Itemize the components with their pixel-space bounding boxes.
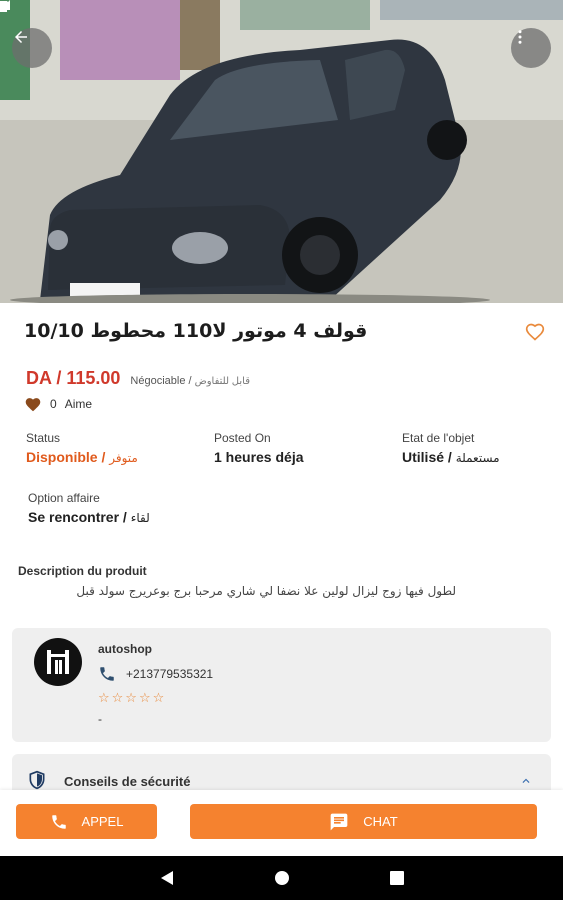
chevron-up-icon[interactable] [519,774,533,788]
call-button[interactable]: APPEL [16,804,157,839]
nav-back-icon[interactable] [160,870,174,886]
price-row: DA / 115.00 Négociable / قابل للتفاوض [26,368,250,389]
shield-icon [29,770,45,790]
status-info: Status Disponible / متوفر [26,431,138,465]
heart-outline-icon [525,323,545,341]
action-bar: APPEL CHAT [0,790,563,856]
system-nav-bar [0,856,563,900]
seller-phone[interactable]: +213779535321 [98,665,213,683]
deal-value-ar: لقاء [130,511,150,525]
deal-value: Se rencontrer / لقاء [28,509,150,525]
phone-icon [100,667,114,681]
description-label: Description du produit [18,564,147,578]
chat-icon [330,813,348,830]
deal-label: Option affaire [28,491,100,505]
nav-recents-icon[interactable] [389,871,404,885]
heart-filled-icon [25,398,41,412]
back-button[interactable] [12,28,52,68]
more-options-button[interactable] [511,28,551,68]
state-value-ar: مستعملة [455,451,500,465]
chat-button-label: CHAT [363,814,398,829]
posted-info: Posted On 1 heures déja [214,431,304,465]
listing-title: قولف 4 موتور لا110 محطوط 10/10 [24,320,368,342]
state-value-fr: Utilisé / [402,449,452,465]
posted-label: Posted On [214,431,271,445]
title-row: قولف 4 موتور لا110 محطوط 10/10 [24,318,545,350]
negotiable-ar: قابل للتفاوض [194,376,250,387]
more-vert-icon [518,30,522,44]
safety-tips-label: Conseils de sécurité [64,774,191,789]
battery-icon [0,1,7,12]
chat-button[interactable]: CHAT [190,804,537,839]
nav-home-icon[interactable] [274,870,290,886]
negotiable-label: Négociable / قابل للتفاوض [130,375,250,387]
negotiable-fr: Négociable / [130,375,192,387]
status-value: Disponible / متوفر [26,449,138,465]
seller-avatar[interactable] [34,638,82,686]
seller-phone-number: +213779535321 [126,667,214,681]
status-bar [0,0,563,20]
posted-value: 1 heures déja [214,449,304,465]
deal-info: Option affaire Se rencontrer / لقاء [28,491,150,525]
status-label: Status [26,431,61,445]
car-photo [0,0,563,303]
favorite-button[interactable] [525,322,545,347]
listing-photo[interactable] [0,0,563,303]
description-text: لطول فيها زوج ليزال لولين علا نضفا لي شا… [76,584,456,598]
deal-value-fr: Se rencontrer / [28,509,127,525]
likes-row[interactable]: 0 Aime [24,396,92,412]
status-value-fr: Disponible / [26,449,106,465]
seller-rating: ☆☆☆☆☆ [98,690,167,705]
seller-card[interactable]: autoshop +213779535321 ☆☆☆☆☆ - [12,628,551,742]
call-button-label: APPEL [81,814,124,829]
status-value-ar: متوفر [109,451,138,465]
seller-logo-icon [47,650,69,674]
likes-count: 0 [50,397,57,411]
back-arrow-icon [15,31,27,43]
likes-label: Aime [64,397,93,411]
state-info: Etat de l'objet Utilisé / مستعملة [402,431,500,465]
state-value: Utilisé / مستعملة [402,449,500,465]
state-label: Etat de l'objet [402,431,475,445]
seller-extra: - [98,712,102,726]
phone-icon [51,814,66,829]
seller-name[interactable]: autoshop [98,642,152,656]
price: DA / 115.00 [26,368,121,388]
